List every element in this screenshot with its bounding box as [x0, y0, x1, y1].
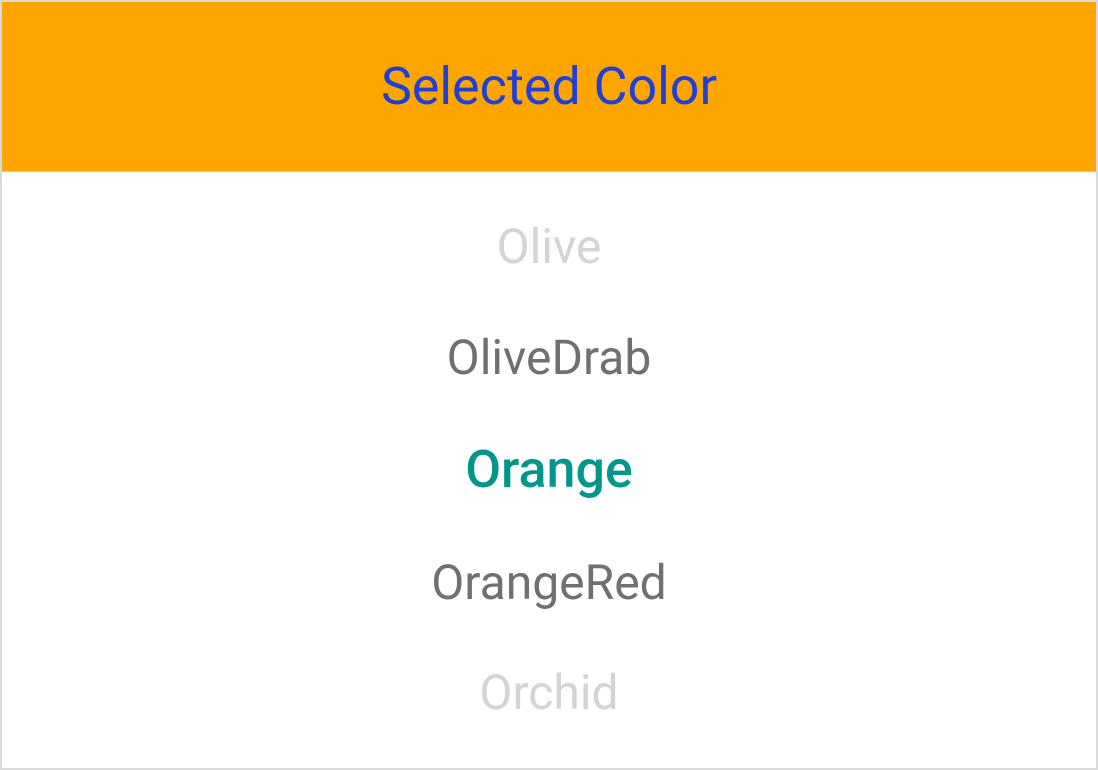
- picker-item-far-below[interactable]: Orchid: [479, 664, 618, 722]
- picker-item-near-below[interactable]: OrangeRed: [431, 554, 666, 612]
- color-wheel-picker[interactable]: Olive OliveDrab Orange OrangeRed Orchid: [2, 172, 1096, 768]
- picker-item-far-above[interactable]: Olive: [497, 218, 602, 276]
- color-picker-container: Selected Color Olive OliveDrab Orange Or…: [0, 0, 1098, 770]
- picker-item-selected[interactable]: Orange: [465, 439, 633, 501]
- header-bar: Selected Color: [2, 2, 1096, 172]
- picker-item-near-above[interactable]: OliveDrab: [447, 329, 652, 387]
- header-title: Selected Color: [381, 56, 717, 117]
